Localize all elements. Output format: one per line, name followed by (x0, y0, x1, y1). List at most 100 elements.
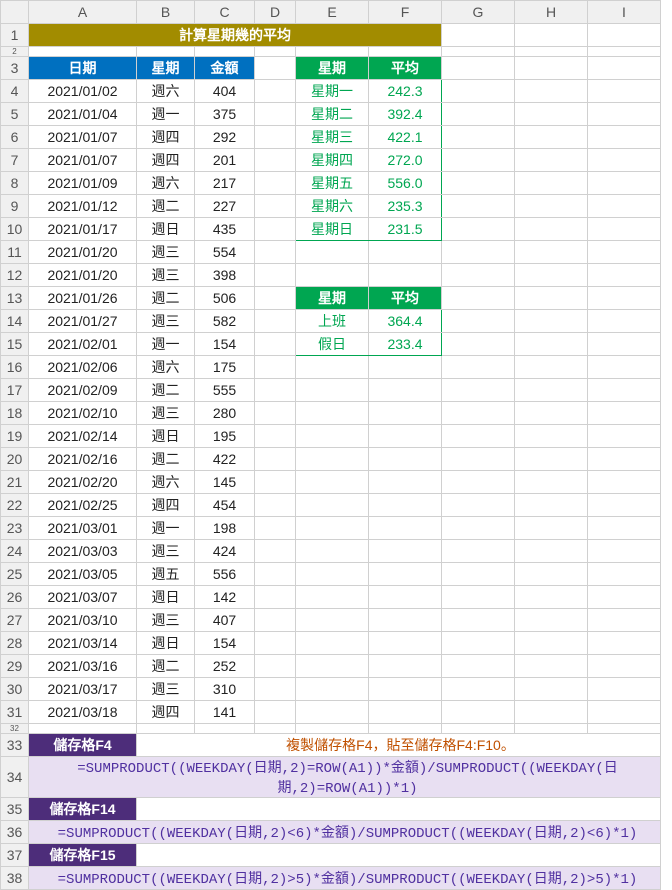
cell-amount[interactable]: 154 (195, 632, 255, 655)
note-f4[interactable]: 複製儲存格F4，貼至儲存格F4:F10。 (137, 734, 661, 757)
cell-amount[interactable]: 280 (195, 402, 255, 425)
avg-header-weekday[interactable]: 星期 (296, 57, 369, 80)
weekday-avg-value[interactable]: 242.3 (369, 80, 442, 103)
cell-weekday[interactable]: 週二 (137, 379, 195, 402)
cell-weekday[interactable]: 週六 (137, 172, 195, 195)
cell-date[interactable]: 2021/01/20 (29, 241, 137, 264)
cell-date[interactable]: 2021/02/09 (29, 379, 137, 402)
cat-avg-value[interactable]: 233.4 (369, 333, 442, 356)
cell-date[interactable]: 2021/02/16 (29, 448, 137, 471)
cell-date[interactable]: 2021/01/12 (29, 195, 137, 218)
cell-date[interactable]: 2021/01/20 (29, 264, 137, 287)
col-head-d[interactable]: D (255, 1, 296, 24)
cell-date[interactable]: 2021/03/14 (29, 632, 137, 655)
cell-weekday[interactable]: 週六 (137, 356, 195, 379)
cell-date[interactable]: 2021/01/02 (29, 80, 137, 103)
cell-weekday[interactable]: 週日 (137, 632, 195, 655)
cell-weekday[interactable]: 週一 (137, 333, 195, 356)
cell-date[interactable]: 2021/03/18 (29, 701, 137, 724)
cell-amount[interactable]: 252 (195, 655, 255, 678)
cell-amount[interactable]: 145 (195, 471, 255, 494)
avg-header-avg[interactable]: 平均 (369, 57, 442, 80)
cell-amount[interactable]: 310 (195, 678, 255, 701)
cell-date[interactable]: 2021/01/09 (29, 172, 137, 195)
col-head-e[interactable]: E (296, 1, 369, 24)
cell-weekday[interactable]: 週四 (137, 494, 195, 517)
cell-date[interactable]: 2021/03/17 (29, 678, 137, 701)
cell-date[interactable]: 2021/01/07 (29, 126, 137, 149)
cell-date[interactable]: 2021/01/17 (29, 218, 137, 241)
label-f14[interactable]: 儲存格F14 (29, 798, 137, 821)
cat-header-weekday[interactable]: 星期 (296, 287, 369, 310)
cell-amount[interactable]: 154 (195, 333, 255, 356)
cell-weekday[interactable]: 週日 (137, 425, 195, 448)
col-head-c[interactable]: C (195, 1, 255, 24)
cell-date[interactable]: 2021/02/10 (29, 402, 137, 425)
cell-amount[interactable]: 506 (195, 287, 255, 310)
cell-date[interactable]: 2021/03/07 (29, 586, 137, 609)
cell-weekday[interactable]: 週三 (137, 264, 195, 287)
cell-date[interactable]: 2021/02/25 (29, 494, 137, 517)
cell-amount[interactable]: 217 (195, 172, 255, 195)
cell-amount[interactable]: 227 (195, 195, 255, 218)
cell-amount[interactable]: 175 (195, 356, 255, 379)
cell-date[interactable]: 2021/02/06 (29, 356, 137, 379)
cell-amount[interactable]: 454 (195, 494, 255, 517)
col-head-i[interactable]: I (588, 1, 661, 24)
cell-amount[interactable]: 424 (195, 540, 255, 563)
weekday-avg-label[interactable]: 星期五 (296, 172, 369, 195)
cell-weekday[interactable]: 週六 (137, 471, 195, 494)
cell-amount[interactable]: 141 (195, 701, 255, 724)
cell-weekday[interactable]: 週日 (137, 218, 195, 241)
corner-cell[interactable] (1, 1, 29, 24)
cat-avg-label[interactable]: 假日 (296, 333, 369, 356)
cell-weekday[interactable]: 週二 (137, 287, 195, 310)
cell-date[interactable]: 2021/03/16 (29, 655, 137, 678)
cell-date[interactable]: 2021/03/03 (29, 540, 137, 563)
cell-weekday[interactable]: 週四 (137, 126, 195, 149)
weekday-avg-label[interactable]: 星期六 (296, 195, 369, 218)
header-date[interactable]: 日期 (29, 57, 137, 80)
col-head-h[interactable]: H (515, 1, 588, 24)
cell-amount[interactable]: 435 (195, 218, 255, 241)
cell-amount[interactable]: 292 (195, 126, 255, 149)
cell-amount[interactable]: 554 (195, 241, 255, 264)
cat-avg-label[interactable]: 上班 (296, 310, 369, 333)
col-head-g[interactable]: G (442, 1, 515, 24)
cell-amount[interactable]: 142 (195, 586, 255, 609)
label-f15[interactable]: 儲存格F15 (29, 844, 137, 867)
weekday-avg-label[interactable]: 星期三 (296, 126, 369, 149)
cell-date[interactable]: 2021/02/01 (29, 333, 137, 356)
col-head-a[interactable]: A (29, 1, 137, 24)
col-head-b[interactable]: B (137, 1, 195, 24)
cell-weekday[interactable]: 週日 (137, 586, 195, 609)
cell-date[interactable]: 2021/01/27 (29, 310, 137, 333)
cell-amount[interactable]: 398 (195, 264, 255, 287)
label-f4[interactable]: 儲存格F4 (29, 734, 137, 757)
cell-amount[interactable]: 198 (195, 517, 255, 540)
cell-weekday[interactable]: 週二 (137, 655, 195, 678)
weekday-avg-label[interactable]: 星期一 (296, 80, 369, 103)
formula-f15[interactable]: =SUMPRODUCT((WEEKDAY(日期,2)>5)*金額)/SUMPRO… (29, 867, 661, 890)
cell-weekday[interactable]: 週一 (137, 103, 195, 126)
title-cell[interactable]: 計算星期幾的平均 (29, 24, 442, 47)
cell-amount[interactable]: 582 (195, 310, 255, 333)
cell-weekday[interactable]: 週四 (137, 701, 195, 724)
weekday-avg-label[interactable]: 星期日 (296, 218, 369, 241)
weekday-avg-label[interactable]: 星期四 (296, 149, 369, 172)
cell-weekday[interactable]: 週一 (137, 517, 195, 540)
spreadsheet[interactable]: A B C D E F G H I 1 計算星期幾的平均 2 3 日期 星期 金… (0, 0, 661, 890)
formula-f14[interactable]: =SUMPRODUCT((WEEKDAY(日期,2)<6)*金額)/SUMPRO… (29, 821, 661, 844)
cell-weekday[interactable]: 週二 (137, 448, 195, 471)
cell-amount[interactable]: 422 (195, 448, 255, 471)
col-head-f[interactable]: F (369, 1, 442, 24)
cell-weekday[interactable]: 週六 (137, 80, 195, 103)
formula-f4[interactable]: =SUMPRODUCT((WEEKDAY(日期,2)=ROW(A1))*金額)/… (29, 757, 661, 798)
cell-weekday[interactable]: 週三 (137, 540, 195, 563)
cell-weekday[interactable]: 週三 (137, 402, 195, 425)
cell-amount[interactable]: 555 (195, 379, 255, 402)
cell-weekday[interactable]: 週三 (137, 678, 195, 701)
cell-weekday[interactable]: 週三 (137, 310, 195, 333)
cell-date[interactable]: 2021/03/10 (29, 609, 137, 632)
cell-weekday[interactable]: 週三 (137, 609, 195, 632)
